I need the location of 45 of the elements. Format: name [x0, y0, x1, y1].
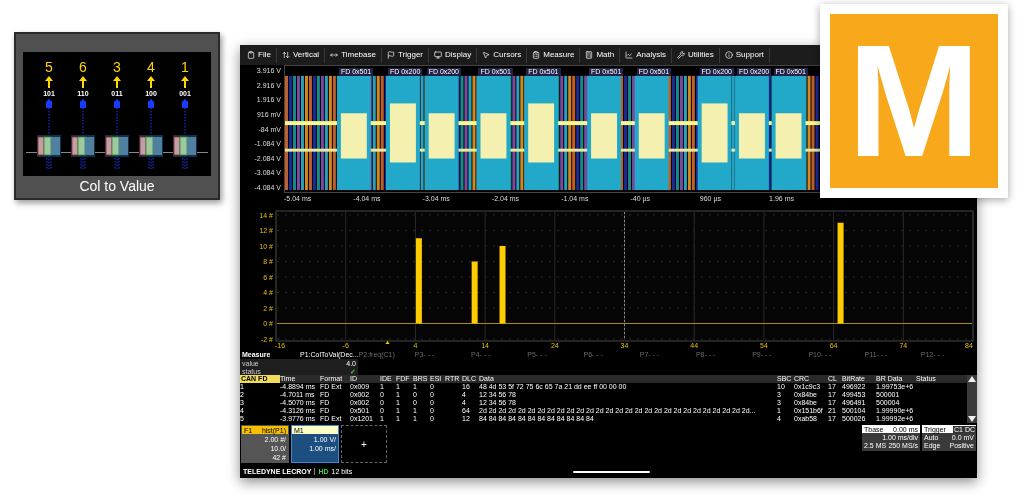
menu-item[interactable]: Measure	[527, 47, 581, 63]
up-arrow-icon	[45, 76, 53, 88]
logo-letter: M	[847, 21, 981, 181]
menu-item[interactable]: Timebase	[325, 47, 382, 63]
decoder-drawing	[173, 99, 197, 169]
menu-item[interactable]: Vertical	[276, 47, 326, 63]
up-arrow-icon	[79, 76, 87, 88]
horizontal-arrows-icon	[330, 51, 339, 59]
menu-item[interactable]: File	[242, 47, 277, 63]
scroll-down-icon[interactable]	[968, 416, 976, 422]
up-arrow-icon	[113, 76, 121, 88]
digit-value: 4	[147, 60, 155, 74]
decoder-drawing	[139, 99, 163, 169]
monitor-icon	[434, 51, 442, 59]
menu-item[interactable]: Display	[429, 47, 478, 63]
wrench-icon	[676, 51, 685, 59]
list-icon	[532, 51, 541, 59]
menu-item[interactable]: Cursors	[477, 47, 528, 63]
decoder-drawing	[71, 99, 95, 169]
vertical-arrows-icon	[281, 51, 290, 59]
up-arrow-icon	[147, 76, 155, 88]
menu-item[interactable]: Trigger	[381, 47, 429, 63]
clipboard-icon	[247, 51, 255, 59]
digit-value: 5	[45, 60, 53, 74]
menu-item[interactable]: Analysis	[620, 47, 672, 63]
digit-value: 1	[181, 60, 189, 74]
menu-item[interactable]: Support	[719, 47, 770, 63]
scrollbar[interactable]	[967, 375, 977, 423]
scroll-up-icon[interactable]	[968, 376, 976, 382]
flag-icon	[386, 51, 395, 59]
decoder-drawing	[37, 99, 61, 169]
menu-item[interactable]: Utilities	[671, 47, 720, 63]
card-caption: Col to Value	[79, 177, 155, 195]
menu-item[interactable]: Math	[580, 47, 621, 63]
digit-value: 3	[113, 60, 121, 74]
calculator-icon	[585, 51, 594, 59]
home-indicator[interactable]	[573, 470, 650, 473]
histogram-bar	[471, 261, 478, 324]
digit-value: 6	[79, 60, 87, 74]
pointer-icon	[482, 51, 491, 59]
decoder-drawing	[105, 99, 129, 169]
up-arrow-icon	[181, 76, 189, 88]
chart-icon	[625, 51, 634, 59]
add-trace-button[interactable]: +	[341, 425, 387, 463]
info-icon	[724, 51, 733, 59]
